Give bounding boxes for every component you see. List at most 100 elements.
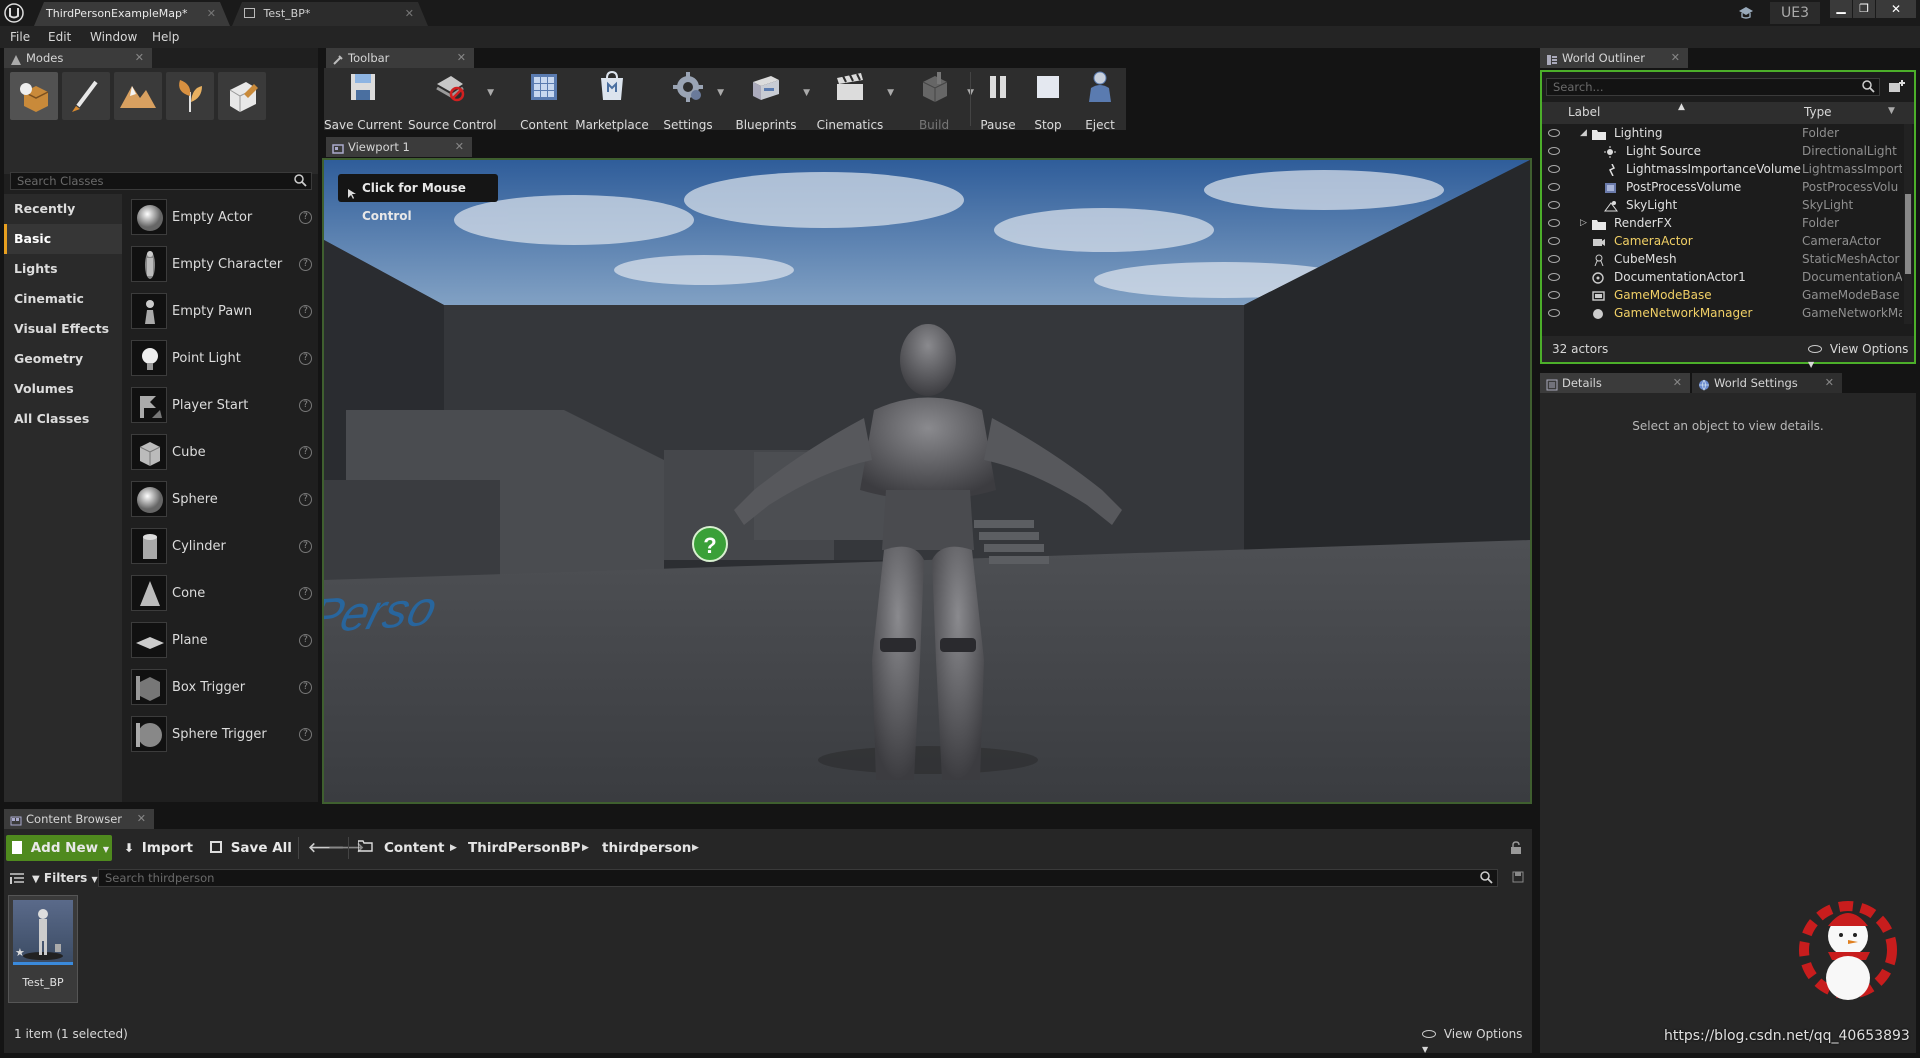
tab-details[interactable]: Details ✕ [1540,373,1690,393]
settings-button[interactable]: Settings ▼ [654,64,724,136]
breadcrumb-thirdpersonbp[interactable]: ThirdPersonBP [468,835,581,861]
category-visual-effects[interactable]: Visual Effects [4,314,122,344]
mode-paint-button[interactable] [62,72,110,120]
visibility-eye-icon[interactable] [1548,147,1560,155]
tab-viewport[interactable]: Viewport 1 ✕ [326,137,472,157]
category-all-classes[interactable]: All Classes [4,404,122,434]
mode-geometry-button[interactable] [218,72,266,120]
visibility-eye-icon[interactable] [1548,129,1560,137]
help-icon[interactable]: ? [299,728,312,741]
outliner-row[interactable]: GameNetworkManager GameNetworkMar [1542,304,1902,322]
content-view-options-button[interactable]: View Options ▼ [1422,1027,1532,1055]
save-all-button[interactable]: Save All [210,835,292,861]
visibility-eye-icon[interactable] [1548,291,1560,299]
place-item-empty-actor[interactable]: Empty Actor ? [122,194,318,241]
tab-content-browser[interactable]: Content Browser ✕ [4,809,154,829]
visibility-eye-icon[interactable] [1548,255,1560,263]
sources-toggle-icon[interactable] [10,873,24,888]
visibility-eye-icon[interactable] [1548,219,1560,227]
visibility-eye-icon[interactable] [1548,165,1560,173]
source-control-button[interactable]: Source Control ▼ [408,64,496,136]
place-item-empty-character[interactable]: Empty Character ? [122,241,318,288]
help-icon[interactable]: ? [299,211,312,224]
help-icon[interactable]: ? [299,493,312,506]
blueprints-button[interactable]: Blueprints ▼ [724,64,810,136]
category-basic[interactable]: Basic [4,224,122,254]
outliner-row[interactable]: Light Source DirectionalLight [1542,142,1902,160]
place-item-point-light[interactable]: Point Light ? [122,335,318,382]
sort-up-icon[interactable]: ▲ [1678,102,1685,112]
tab-world-outliner[interactable]: World Outliner ✕ [1540,48,1688,68]
marketplace-button[interactable]: Marketplace [574,64,650,136]
outliner-row[interactable]: LightmassImportanceVolume LightmassImpor… [1542,160,1902,178]
scrollbar-thumb[interactable] [1905,194,1911,274]
visibility-eye-icon[interactable] [1548,183,1560,191]
place-item-empty-pawn[interactable]: Empty Pawn ? [122,288,318,335]
visibility-eye-icon[interactable] [1548,237,1560,245]
category-volumes[interactable]: Volumes [4,374,122,404]
close-icon[interactable]: ✕ [1876,0,1916,18]
place-item-plane[interactable]: Plane ? [122,617,318,664]
outliner-view-options-button[interactable]: View Options ▼ [1808,342,1914,370]
add-new-button[interactable]: Add New ▼ [6,835,112,861]
column-label[interactable]: Label [1568,105,1600,119]
close-icon[interactable]: ✕ [1671,48,1680,68]
help-icon[interactable]: ? [299,446,312,459]
outliner-row[interactable]: GameModeBase GameModeBase [1542,286,1902,304]
help-icon[interactable]: ? [299,352,312,365]
outliner-row[interactable]: CameraActor CameraActor [1542,232,1902,250]
place-item-box-trigger[interactable]: Box Trigger ? [122,664,318,711]
help-icon[interactable]: ? [299,540,312,553]
doc-tab-map[interactable]: ThirdPersonExampleMap* ✕ [34,2,230,26]
menu-edit[interactable]: Edit [48,26,71,48]
chevron-down-icon[interactable]: ▼ [717,88,724,98]
chevron-down-icon[interactable]: ▼ [1888,106,1895,116]
outliner-scrollbar[interactable] [1904,124,1912,324]
help-icon[interactable]: ? [299,681,312,694]
visibility-eye-icon[interactable] [1548,309,1560,317]
visibility-eye-icon[interactable] [1548,273,1560,281]
viewport[interactable]: Third Perso ? Click for Mouse Control [322,158,1532,804]
tab-modes[interactable]: Modes ✕ [4,48,152,68]
breadcrumb-arrow-icon[interactable]: ▶ [692,835,699,861]
breadcrumb-thirdperson[interactable]: thirdperson [602,835,691,861]
tab-world-settings[interactable]: World Settings ✕ [1692,373,1842,393]
close-icon[interactable]: ✕ [135,48,144,68]
column-type[interactable]: Type [1804,105,1832,119]
source-control-status-icon[interactable] [1738,5,1754,21]
help-icon[interactable]: ? [299,258,312,271]
mode-foliage-button[interactable] [166,72,214,120]
stop-button[interactable]: Stop [1024,64,1072,136]
mode-place-button[interactable] [10,72,58,120]
breadcrumb-content[interactable]: Content [384,835,444,861]
close-icon[interactable]: ✕ [137,809,146,829]
save-search-icon[interactable] [1512,871,1524,886]
content-search-input[interactable]: Search thirdperson [98,869,1498,887]
expand-arrow-icon[interactable]: ◢ [1580,124,1587,142]
outliner-row[interactable]: ◢ Lighting Folder [1542,124,1902,142]
place-item-cube[interactable]: Cube ? [122,429,318,476]
outliner-row[interactable]: DocumentationActor1 DocumentationAc [1542,268,1902,286]
close-icon[interactable]: ✕ [405,2,414,26]
pause-button[interactable]: Pause [974,64,1022,136]
outliner-row[interactable]: SkyLight SkyLight [1542,196,1902,214]
lock-icon[interactable] [1510,841,1522,858]
visibility-eye-icon[interactable] [1548,201,1560,209]
expand-arrow-icon[interactable]: ▷ [1580,214,1587,232]
place-item-player-start[interactable]: Player Start ? [122,382,318,429]
menu-file[interactable]: File [10,26,30,48]
close-icon[interactable]: ✕ [207,2,216,26]
help-icon[interactable]: ? [299,399,312,412]
place-item-cone[interactable]: Cone ? [122,570,318,617]
breadcrumb-arrow-icon[interactable]: ▶ [450,835,457,861]
category-lights[interactable]: Lights [4,254,122,284]
unreal-logo-icon[interactable] [4,3,24,23]
filters-button[interactable]: ▼ Filters ▼ [32,869,98,887]
asset-tile[interactable]: ★ Test_BP [8,895,78,1003]
search-classes-input[interactable]: Search Classes [10,172,312,190]
outliner-row[interactable]: PostProcessVolume PostProcessVolu [1542,178,1902,196]
chevron-down-icon[interactable]: ▼ [487,88,494,98]
documentation-actor-icon[interactable]: ? [692,526,728,562]
doc-tab-blueprint[interactable]: Test_BP* ✕ [232,2,428,26]
add-folder-icon[interactable] [1888,78,1906,96]
